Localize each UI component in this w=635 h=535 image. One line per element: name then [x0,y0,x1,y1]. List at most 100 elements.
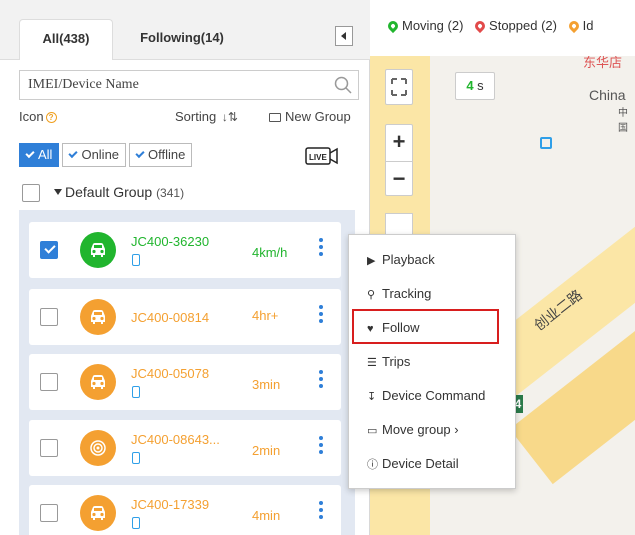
filter-offline-button[interactable]: Offline [129,143,193,167]
list-icon: ☰ [367,357,377,369]
device-row[interactable]: JC400-05078 3min [29,354,341,410]
folder-icon: ▭ [367,425,378,437]
device-status: 4min [252,508,281,523]
tab-all[interactable]: All(438) [19,19,113,60]
menu-item-device-detail[interactable]: ⓘ Device Detail [349,447,517,481]
signal-device-icon [80,430,116,466]
more-options-icon[interactable] [318,436,324,458]
device-panel: All(438) Following(14) Icon? Sorting ↓⇅ … [0,0,370,535]
phone-icon [132,452,140,464]
tab-following[interactable]: Following(14) [122,19,242,60]
poi-icon[interactable] [540,137,552,149]
device-checkbox[interactable] [40,308,58,326]
refresh-timer[interactable]: 4 s [455,72,495,100]
new-group-button[interactable]: New Group [269,109,351,124]
zoom-out-button[interactable]: − [386,161,412,197]
filter-all-button[interactable]: All [19,143,60,167]
play-icon: ▶ [367,255,376,267]
zoom-in-button[interactable]: + [386,125,412,161]
car-icon [80,232,116,268]
more-options-icon[interactable] [318,501,324,523]
idle-pin-icon [566,18,581,34]
filter-all-label: All [38,147,53,162]
menu-item-trips[interactable]: ☰ Trips [349,345,517,379]
more-options-icon[interactable] [318,305,324,327]
menu-item-move-group[interactable]: ▭ Move group › [349,413,517,447]
folder-icon [269,113,281,122]
device-name: JC400-17339 [131,497,210,512]
legend-idle[interactable]: Id [566,18,593,34]
search-icon[interactable] [334,76,352,94]
zoom-control: + − [385,124,413,196]
device-checkbox[interactable] [40,373,58,391]
menu-item-playback[interactable]: ▶ Playback [349,243,517,277]
stopped-pin-icon [472,18,488,34]
search-input[interactable] [20,71,330,99]
sorting-button[interactable]: Sorting ↓⇅ [175,109,238,124]
device-row[interactable]: JC400-36230 4km/h [29,222,341,278]
legend-moving[interactable]: Moving (2) [385,18,464,34]
legend-stopped[interactable]: Stopped (2) [472,18,557,34]
menu-item-label: Device Command [382,388,486,403]
device-name: JC400-00814 [131,310,210,325]
tab-bar: All(438) Following(14) [0,0,370,60]
icon-toggle[interactable]: Icon? [19,109,57,124]
sorting-label: Sorting [175,109,217,124]
device-checkbox[interactable] [40,439,58,457]
info-icon: ⓘ [367,459,378,471]
follow-highlight-box [352,309,499,344]
collapse-panel-button[interactable] [335,26,353,46]
filter-online-label: Online [81,147,120,162]
timer-unit: s [477,78,484,93]
phone-icon [132,386,140,398]
group-count: (341) [156,186,185,200]
phone-icon [132,517,140,529]
check-icon [68,148,79,159]
device-status: 4hr+ [252,308,279,323]
menu-item-device-command[interactable]: ↧ Device Command [349,379,517,413]
fullscreen-button[interactable] [385,69,413,105]
legend-moving-label: Moving (2) [402,18,464,33]
car-icon [80,495,116,531]
device-status: 2min [252,443,281,458]
device-row[interactable]: JC400-17339 4min [29,485,341,535]
device-checkbox[interactable] [40,241,58,259]
more-options-icon[interactable] [318,370,324,392]
car-icon [80,364,116,400]
device-list: JC400-36230 4km/h JC400-00814 4hr+ JC400… [19,210,355,535]
command-icon: ↧ [367,391,377,403]
chevron-right-icon: › [454,422,459,437]
device-row[interactable]: JC400-00814 4hr+ [29,289,341,345]
device-status: 4km/h [252,245,288,260]
filter-online-button[interactable]: Online [62,143,127,167]
group-name: Default Group [65,184,153,200]
device-row[interactable]: JC400-08643... 2min [29,420,341,476]
menu-item-label: Playback [382,252,435,267]
live-video-icon[interactable]: LIVE [305,146,343,166]
status-filter: All Online Offline [19,143,195,167]
device-checkbox[interactable] [40,504,58,522]
menu-item-label: Device Detail [382,456,459,471]
icon-label: Icon [19,109,44,124]
moving-pin-icon [385,18,401,34]
phone-icon [132,254,140,266]
group-header[interactable]: Default Group (341) [22,184,185,203]
more-options-icon[interactable] [318,238,324,260]
search-box [19,70,359,100]
group-checkbox[interactable] [22,184,40,203]
device-context-menu: ▶ Playback ⚲ Tracking ♥ Follow ☰ Trips ↧ Devi… [348,234,516,489]
map-place-label: 中国 [618,108,628,134]
timer-value: 4 [466,78,474,93]
svg-text:LIVE: LIVE [309,153,327,162]
status-legend: Moving (2) Stopped (2) Id [370,0,635,56]
legend-stopped-label: Stopped (2) [489,18,557,33]
check-icon [135,148,145,159]
map-place-label: China [589,87,626,103]
menu-item-label: Move group [382,422,451,437]
device-name: JC400-08643... [131,432,220,447]
menu-item-label: Trips [382,354,411,369]
menu-item-tracking[interactable]: ⚲ Tracking [349,277,517,311]
caret-down-icon [54,189,62,195]
help-icon[interactable]: ? [45,112,57,123]
new-group-label: New Group [285,109,351,124]
